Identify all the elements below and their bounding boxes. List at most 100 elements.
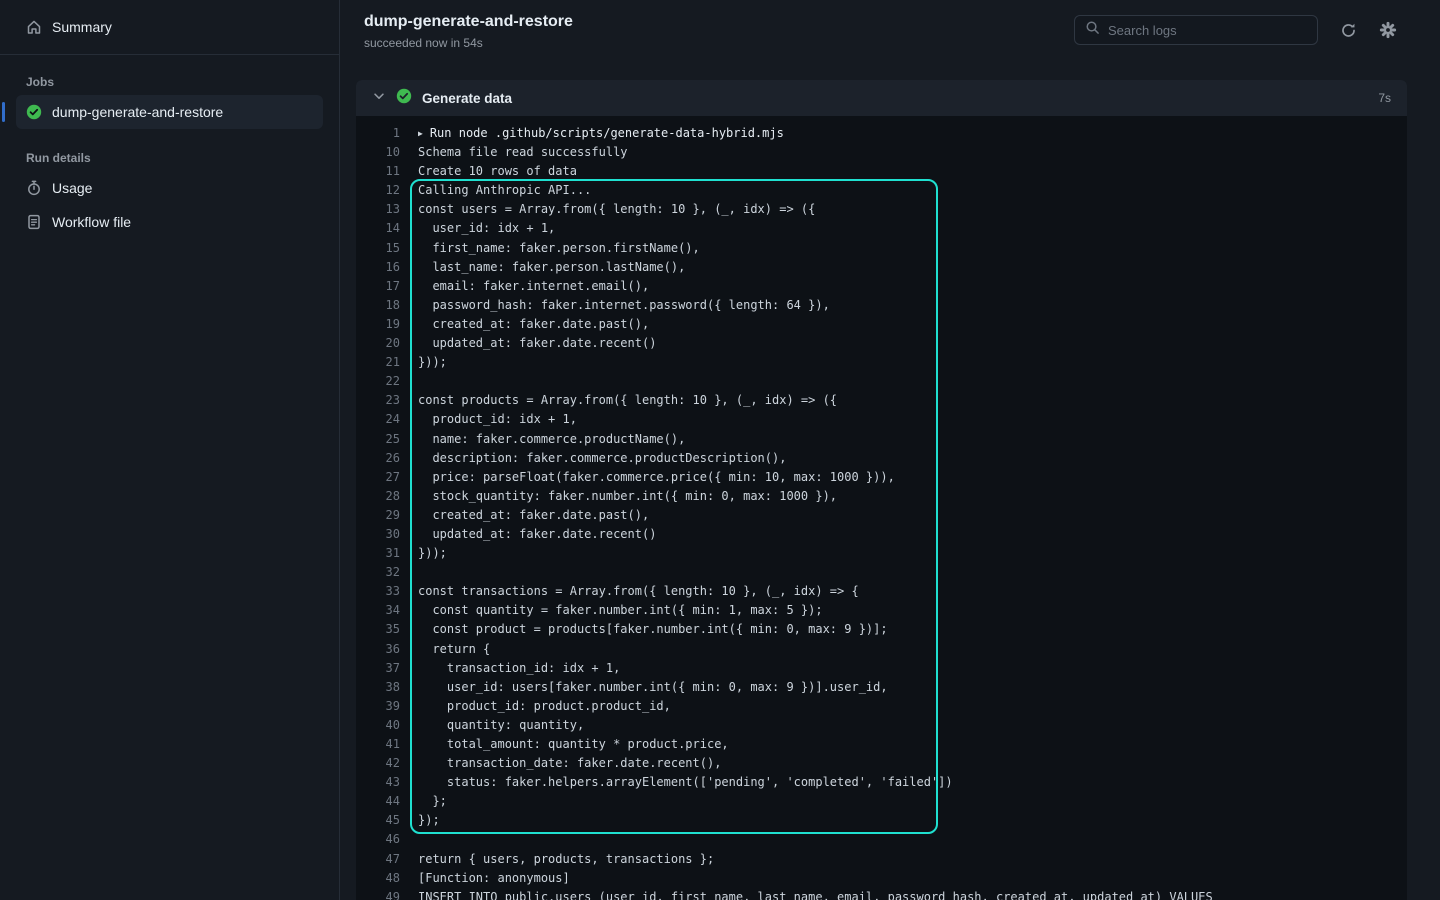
line-number[interactable]: 32 xyxy=(356,563,400,582)
line-number[interactable]: 48 xyxy=(356,869,400,888)
line-number[interactable]: 43 xyxy=(356,773,400,792)
line-number[interactable]: 30 xyxy=(356,525,400,544)
line-number[interactable]: 40 xyxy=(356,716,400,735)
log-panel: Generate data 7s 1▶Run node .github/scri… xyxy=(356,80,1407,900)
line-number[interactable]: 37 xyxy=(356,659,400,678)
log-line: 17 email: faker.internet.email(), xyxy=(356,277,1407,296)
line-number[interactable]: 27 xyxy=(356,468,400,487)
line-number[interactable]: 23 xyxy=(356,391,400,410)
settings-gear-button[interactable] xyxy=(1378,20,1398,40)
line-text: const quantity = faker.number.int({ min:… xyxy=(400,601,823,620)
sidebar-spacer xyxy=(16,129,323,143)
step-success-check-icon xyxy=(396,88,412,109)
refresh-button[interactable] xyxy=(1338,20,1358,40)
log-line: 41 total_amount: quantity * product.pric… xyxy=(356,735,1407,754)
sidebar-usage-label: Usage xyxy=(52,180,92,196)
log-line: 14 user_id: idx + 1, xyxy=(356,219,1407,238)
search-logs-input[interactable] xyxy=(1108,23,1307,38)
line-number[interactable]: 39 xyxy=(356,697,400,716)
sidebar-item-job[interactable]: dump-generate-and-restore xyxy=(16,95,323,129)
line-number[interactable]: 12 xyxy=(356,181,400,200)
log-lines: 1▶Run node .github/scripts/generate-data… xyxy=(356,116,1407,900)
line-number[interactable]: 29 xyxy=(356,506,400,525)
line-number[interactable]: 47 xyxy=(356,850,400,869)
line-number[interactable]: 1 xyxy=(356,124,400,143)
line-text: name: faker.commerce.productName(), xyxy=(400,430,685,449)
line-number[interactable]: 35 xyxy=(356,620,400,639)
sidebar-item-summary[interactable]: Summary xyxy=(16,10,323,44)
line-number[interactable]: 14 xyxy=(356,219,400,238)
line-number[interactable]: 17 xyxy=(356,277,400,296)
log-line: 20 updated_at: faker.date.recent() xyxy=(356,334,1407,353)
line-number[interactable]: 38 xyxy=(356,678,400,697)
sidebar-divider xyxy=(0,54,339,55)
sidebar-job-label: dump-generate-and-restore xyxy=(52,104,223,120)
log-line: 30 updated_at: faker.date.recent() xyxy=(356,525,1407,544)
line-text: }); xyxy=(400,811,440,830)
log-line: 10Schema file read successfully xyxy=(356,143,1407,162)
line-number[interactable]: 44 xyxy=(356,792,400,811)
line-text xyxy=(400,830,418,849)
log-line: 15 first_name: faker.person.firstName(), xyxy=(356,239,1407,258)
success-check-icon xyxy=(26,104,42,120)
line-number[interactable]: 42 xyxy=(356,754,400,773)
header-actions xyxy=(1074,15,1398,45)
sidebar-item-usage[interactable]: Usage xyxy=(16,171,323,205)
sidebar: Summary Jobs dump-generate-and-restore R… xyxy=(0,0,340,900)
log-line: 25 name: faker.commerce.productName(), xyxy=(356,430,1407,449)
line-number[interactable]: 16 xyxy=(356,258,400,277)
line-text: email: faker.internet.email(), xyxy=(400,277,649,296)
log-line: 12Calling Anthropic API... xyxy=(356,181,1407,200)
line-number[interactable]: 25 xyxy=(356,430,400,449)
line-text: })); xyxy=(400,544,447,563)
workflow-run-page: Summary Jobs dump-generate-and-restore R… xyxy=(0,0,1440,900)
search-logs-box xyxy=(1074,15,1318,45)
line-number[interactable]: 22 xyxy=(356,372,400,391)
line-number[interactable]: 45 xyxy=(356,811,400,830)
line-number[interactable]: 28 xyxy=(356,487,400,506)
log-line: 29 created_at: faker.date.past(), xyxy=(356,506,1407,525)
log-line: 22 xyxy=(356,372,1407,391)
line-number[interactable]: 10 xyxy=(356,143,400,162)
line-number[interactable]: 24 xyxy=(356,410,400,429)
line-number[interactable]: 34 xyxy=(356,601,400,620)
line-number[interactable]: 19 xyxy=(356,315,400,334)
line-text: password_hash: faker.internet.password({… xyxy=(400,296,830,315)
line-number[interactable]: 11 xyxy=(356,162,400,181)
line-number[interactable]: 46 xyxy=(356,830,400,849)
line-text: last_name: faker.person.lastName(), xyxy=(400,258,685,277)
log-line: 11Create 10 rows of data xyxy=(356,162,1407,181)
log-line: 27 price: parseFloat(faker.commerce.pric… xyxy=(356,468,1407,487)
line-text: product_id: product.product_id, xyxy=(400,697,671,716)
line-text: price: parseFloat(faker.commerce.price({… xyxy=(400,468,895,487)
line-number[interactable]: 15 xyxy=(356,239,400,258)
sidebar-item-workflow-file[interactable]: Workflow file xyxy=(16,205,323,239)
log-line: 31})); xyxy=(356,544,1407,563)
line-number[interactable]: 36 xyxy=(356,640,400,659)
log-line: 47return { users, products, transactions… xyxy=(356,850,1407,869)
line-text: })); xyxy=(400,353,447,372)
line-text: const products = Array.from({ length: 10… xyxy=(400,391,837,410)
line-number[interactable]: 49 xyxy=(356,888,400,900)
main-content: dump-generate-and-restore succeeded now … xyxy=(340,0,1440,900)
log-line: 40 quantity: quantity, xyxy=(356,716,1407,735)
workflow-file-icon xyxy=(26,214,42,230)
line-number[interactable]: 13 xyxy=(356,200,400,219)
line-number[interactable]: 21 xyxy=(356,353,400,372)
line-number[interactable]: 18 xyxy=(356,296,400,315)
sidebar-workflow-file-label: Workflow file xyxy=(52,214,131,230)
run-header: dump-generate-and-restore succeeded now … xyxy=(340,0,1440,68)
line-text: updated_at: faker.date.recent() xyxy=(400,334,656,353)
line-number[interactable]: 31 xyxy=(356,544,400,563)
line-text: total_amount: quantity * product.price, xyxy=(400,735,729,754)
line-number[interactable]: 41 xyxy=(356,735,400,754)
log-line: 28 stock_quantity: faker.number.int({ mi… xyxy=(356,487,1407,506)
expand-arrow-icon[interactable]: ▶ xyxy=(418,129,423,138)
line-number[interactable]: 26 xyxy=(356,449,400,468)
step-header-generate-data[interactable]: Generate data 7s xyxy=(356,80,1407,116)
line-number[interactable]: 33 xyxy=(356,582,400,601)
log-line: 43 status: faker.helpers.arrayElement(['… xyxy=(356,773,1407,792)
line-number[interactable]: 20 xyxy=(356,334,400,353)
log-line: 45}); xyxy=(356,811,1407,830)
chevron-down-icon[interactable] xyxy=(372,89,386,108)
